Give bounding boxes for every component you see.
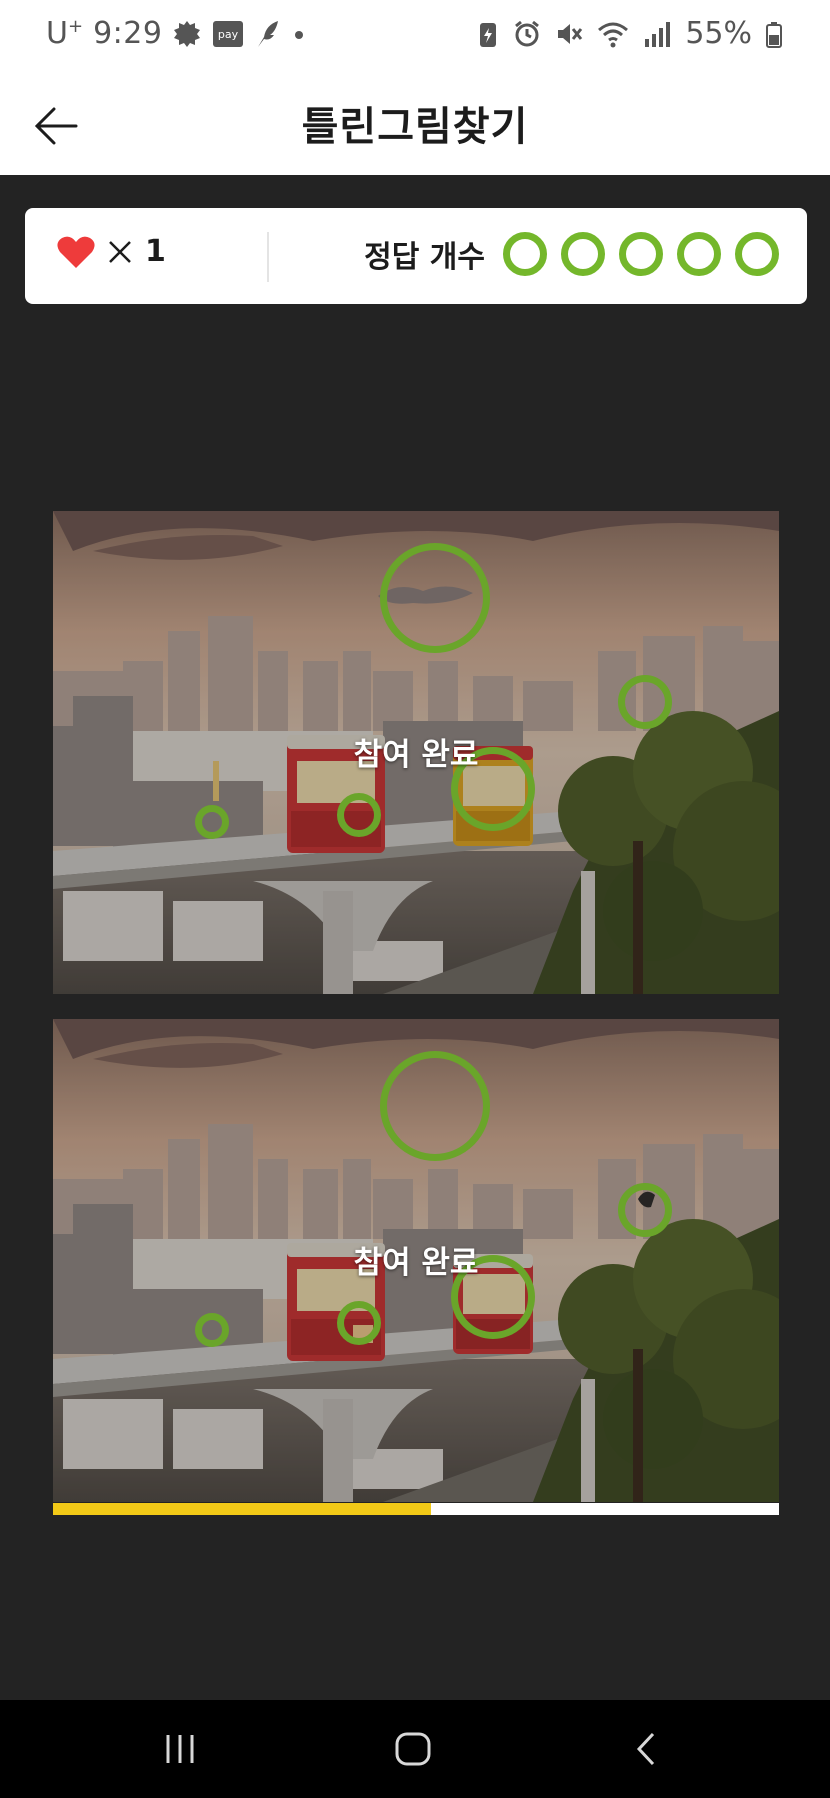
app-header: 틀린그림찾기 [0, 80, 830, 175]
carrier-label: U+ [46, 16, 84, 51]
feather-icon [254, 19, 282, 49]
difference-mark-window [337, 1301, 381, 1345]
wifi-icon [597, 19, 629, 49]
signal-icon [643, 19, 671, 49]
answer-count: 정답 개수 [364, 232, 779, 276]
difference-mark-cloud [380, 543, 490, 653]
status-left: U+ 9:29 pay [46, 16, 306, 51]
system-nav-bar [0, 1700, 830, 1798]
battery-saver-icon [477, 19, 499, 49]
heart-icon [57, 236, 95, 268]
difference-mark-sign [195, 1313, 229, 1347]
answer-indicator-4 [677, 232, 721, 276]
status-right: 55% [477, 16, 782, 51]
times-icon [109, 240, 131, 263]
lives-count: 1 [145, 234, 166, 269]
card-divider [267, 232, 269, 282]
dot-icon [292, 19, 306, 49]
back-chevron-icon [636, 1732, 655, 1766]
recent-apps-button[interactable] [150, 1722, 210, 1776]
alarm-icon [513, 19, 541, 49]
completion-label: 참여 완료 [353, 737, 479, 773]
battery-icon [766, 19, 782, 49]
time-progress-bar [53, 1503, 779, 1515]
difference-mark-sign [195, 805, 229, 839]
mute-icon [555, 19, 583, 49]
difference-mark-bird [618, 1183, 672, 1237]
difference-mark-bird [618, 675, 672, 729]
game-image-original[interactable]: 참여 완료 [53, 511, 779, 994]
answer-count-label: 정답 개수 [364, 240, 485, 275]
completion-label: 참여 완료 [353, 1245, 479, 1281]
answer-indicator-1 [503, 232, 547, 276]
gear-badge-icon [172, 19, 202, 49]
game-image-modified[interactable]: 참여 완료 [53, 1019, 779, 1502]
difference-mark-cloud [380, 1051, 490, 1161]
battery-percent: 55% [685, 16, 752, 51]
home-button[interactable] [383, 1722, 443, 1776]
time-progress-fill [53, 1503, 431, 1515]
game-info-card: 1 정답 개수 [25, 208, 807, 304]
pay-icon: pay [212, 19, 244, 49]
home-icon [395, 1732, 431, 1766]
clock-time: 9:29 [93, 16, 163, 51]
lives-counter: 1 [57, 234, 166, 269]
answer-indicator-2 [561, 232, 605, 276]
pay-icon-label: pay [218, 28, 239, 41]
status-bar: U+ 9:29 pay 55% [0, 0, 830, 80]
nav-back-button[interactable] [616, 1722, 676, 1776]
answer-indicator-3 [619, 232, 663, 276]
page-title: 틀린그림찾기 [301, 104, 529, 150]
difference-mark-window [337, 793, 381, 837]
recent-apps-icon [166, 1735, 194, 1763]
answer-indicator-5 [735, 232, 779, 276]
